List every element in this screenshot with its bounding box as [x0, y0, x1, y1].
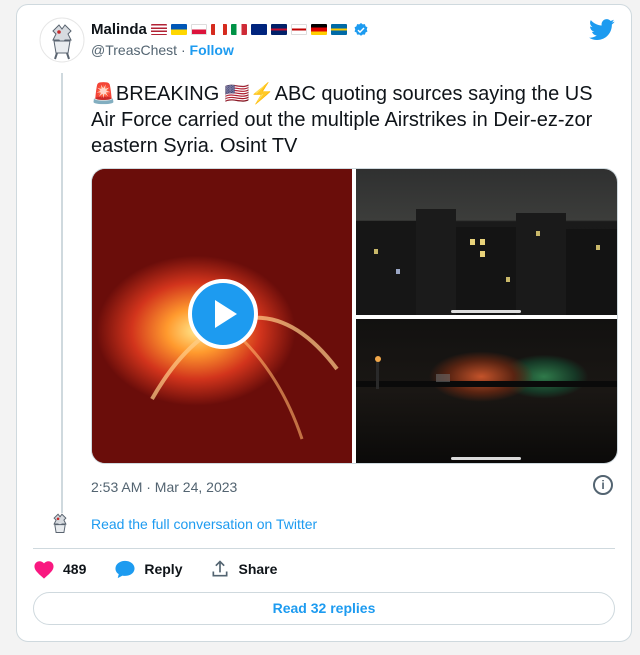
like-button[interactable]: 489 [33, 559, 86, 579]
flag-de-icon [310, 24, 327, 35]
author-name-row: Malinda [91, 21, 369, 38]
reply-label: Reply [144, 561, 183, 577]
small-avatar [45, 509, 75, 539]
street-silhouette [356, 356, 617, 389]
share-button[interactable]: Share [210, 559, 277, 579]
handle-separator: · [177, 42, 190, 58]
video-progress-bar[interactable] [451, 310, 521, 313]
tweet-text-part1: BREAKING [115, 83, 225, 105]
share-label: Share [238, 561, 278, 577]
twitter-logo-icon[interactable] [589, 19, 615, 41]
verified-badge-icon [354, 22, 368, 36]
divider [33, 548, 615, 549]
avatar[interactable] [39, 17, 85, 63]
read-replies-button[interactable]: Read 32 replies [33, 592, 615, 625]
flag-to-icon [290, 24, 307, 35]
follow-button[interactable]: Follow [190, 42, 234, 58]
flag-ua-icon [170, 24, 187, 35]
reply-bubble-icon [115, 560, 135, 579]
photo-city-night[interactable] [356, 169, 617, 315]
us-flag-emoji: 🇺🇸 [224, 83, 250, 105]
author-name[interactable]: Malinda [91, 21, 147, 38]
author-handle-row: @TreasChest · Follow [91, 42, 234, 58]
bolt-emoji: ⚡ [249, 83, 275, 105]
alert-emoji: 🚨 [91, 83, 116, 105]
info-icon[interactable]: i [593, 475, 613, 495]
video-progress-bar-2[interactable] [451, 457, 521, 460]
video-thumbnail[interactable] [92, 169, 352, 463]
buildings-silhouette [356, 209, 617, 315]
flag-se-icon [330, 24, 347, 35]
tweet-text: 🚨BREAKING 🇺🇸⚡ABC quoting sources saying … [91, 81, 616, 159]
play-button[interactable] [188, 279, 258, 349]
photo-fire-night[interactable] [356, 319, 617, 463]
tweet-card: Malinda @TreasChest · Follow 🚨BREAKING 🇺… [16, 4, 632, 642]
author-handle[interactable]: @TreasChest [91, 42, 177, 58]
flag-au-icon [250, 24, 267, 35]
tweet-timestamp[interactable]: 2:53 AM · Mar 24, 2023 [91, 479, 237, 495]
flag-pl-icon [190, 24, 207, 35]
media-grid [91, 168, 618, 464]
read-full-conversation-link[interactable]: Read the full conversation on Twitter [91, 516, 317, 532]
like-count: 489 [63, 561, 87, 577]
reply-button[interactable]: Reply [114, 559, 182, 579]
heart-icon [34, 561, 54, 579]
share-icon [212, 560, 228, 577]
thread-line [61, 73, 63, 513]
action-bar: 489 Reply Share [33, 559, 305, 579]
flag-it-icon [230, 24, 247, 35]
flag-gb-icon [270, 24, 287, 35]
flag-ca-icon [210, 24, 227, 35]
flag-us-icon [150, 24, 167, 35]
play-icon [215, 300, 237, 328]
